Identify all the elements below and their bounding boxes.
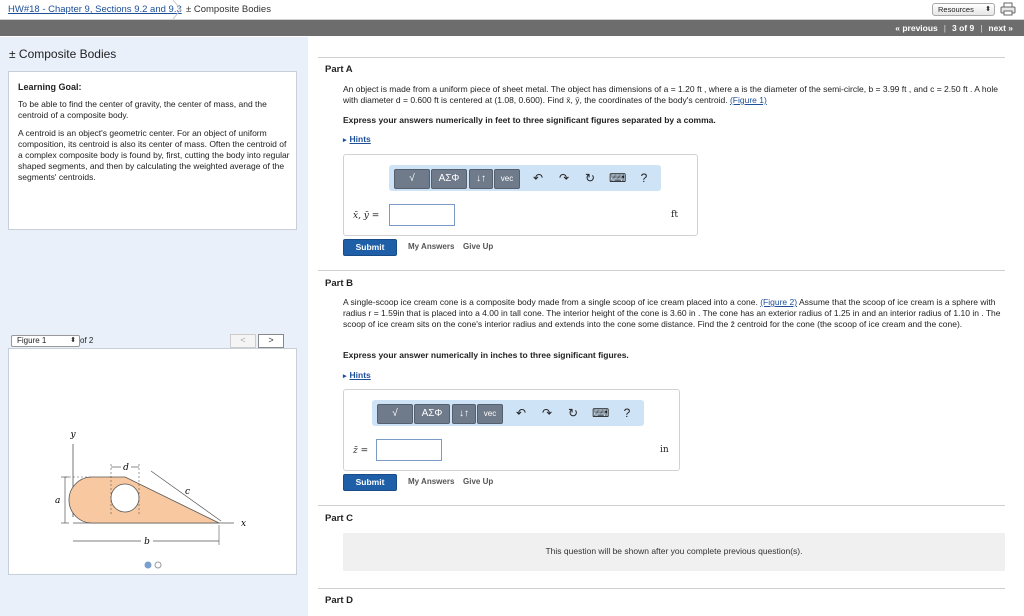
answer-unit: in bbox=[660, 445, 669, 455]
answer-variable-label: z̄ = bbox=[353, 446, 369, 456]
previous-link[interactable]: « previous bbox=[892, 23, 941, 33]
part-d-heading: Part D bbox=[325, 595, 353, 606]
breadcrumb-current: ± Composite Bodies bbox=[186, 4, 271, 15]
pager-dot[interactable] bbox=[154, 561, 162, 569]
submit-button[interactable]: Submit bbox=[343, 474, 397, 491]
redo-icon[interactable]: ↷ bbox=[556, 170, 572, 186]
undo-icon[interactable]: ↶ bbox=[513, 405, 529, 421]
part-a-answer-box: √ ΑΣΦ ↓↑ vec ↶ ↷ ↻ ⌨ ? x̄, ȳ = ft bbox=[343, 154, 698, 236]
figure-count: of 2 bbox=[80, 336, 94, 345]
dimension-a-label: a bbox=[55, 496, 60, 506]
pager: « previous | 3 of 9 | next » bbox=[892, 23, 1016, 33]
part-b-heading: Part B bbox=[325, 278, 353, 289]
dropdown-arrow-icon: ⬍ bbox=[70, 337, 76, 344]
part-divider bbox=[318, 270, 1005, 271]
figure-2-link[interactable]: (Figure 2) bbox=[760, 297, 797, 307]
part-a-question-text: An object is made from a uniform piece o… bbox=[343, 84, 998, 105]
y-axis-label: y bbox=[69, 430, 76, 440]
page-title: ± Composite Bodies bbox=[9, 47, 117, 61]
help-icon[interactable]: ? bbox=[619, 405, 635, 421]
part-c-heading: Part C bbox=[325, 513, 353, 524]
learning-goal-description: A centroid is an object's geometric cent… bbox=[18, 128, 290, 182]
learning-goal-heading: Learning Goal: bbox=[18, 82, 82, 92]
answer-unit: ft bbox=[671, 210, 678, 220]
dropdown-arrow-icon: ⬍ bbox=[985, 6, 991, 13]
part-b-question: A single-scoop ice cream cone is a compo… bbox=[343, 297, 1005, 330]
part-b-answer-box: √ ΑΣΦ ↓↑ vec ↶ ↷ ↻ ⌨ ? z̄ = in bbox=[343, 389, 680, 471]
next-link[interactable]: next » bbox=[985, 23, 1016, 33]
resources-dropdown[interactable]: Resources ⬍ bbox=[932, 3, 995, 16]
keyboard-icon[interactable]: ⌨ bbox=[592, 405, 609, 421]
part-divider bbox=[318, 505, 1005, 506]
redo-icon[interactable]: ↷ bbox=[539, 405, 555, 421]
math-toolbar: √ ΑΣΦ ↓↑ vec ↶ ↷ ↻ ⌨ ? bbox=[389, 165, 661, 191]
dimension-c-label: c bbox=[185, 487, 190, 497]
subscript-superscript-button[interactable]: ↓↑ bbox=[452, 404, 476, 424]
x-axis-label: x bbox=[241, 519, 246, 529]
figure-prev-button[interactable]: < bbox=[230, 334, 256, 348]
greek-symbols-button[interactable]: ΑΣΦ bbox=[431, 169, 467, 189]
undo-icon[interactable]: ↶ bbox=[530, 170, 546, 186]
math-toolbar: √ ΑΣΦ ↓↑ vec ↶ ↷ ↻ ⌨ ? bbox=[372, 400, 644, 426]
pager-separator: | bbox=[943, 23, 946, 33]
keyboard-icon[interactable]: ⌨ bbox=[609, 170, 626, 186]
part-b-instruction: Express your answer numerically in inche… bbox=[343, 350, 629, 360]
composite-body-figure: y x a d c b bbox=[55, 430, 246, 547]
part-b-hints[interactable]: ▸ Hints bbox=[343, 370, 371, 380]
top-bar: HW#18 - Chapter 9, Sections 9.2 and 9.3 … bbox=[0, 0, 1024, 20]
figure-pager-dots[interactable] bbox=[140, 560, 170, 570]
figure-select[interactable]: Figure 1 ⬍ bbox=[11, 335, 80, 347]
breadcrumb-assignment-link[interactable]: HW#18 - Chapter 9, Sections 9.2 and 9.3 bbox=[8, 4, 182, 15]
figure-viewer: y x a d c b bbox=[8, 348, 297, 575]
answer-input[interactable] bbox=[376, 439, 442, 461]
part-divider bbox=[318, 588, 1005, 589]
pager-dot-active[interactable] bbox=[144, 561, 152, 569]
answer-input[interactable] bbox=[389, 204, 455, 226]
locked-question-message: This question will be shown after you co… bbox=[545, 546, 803, 556]
templates-button[interactable]: √ bbox=[394, 169, 430, 189]
print-icon[interactable] bbox=[1000, 2, 1016, 16]
part-a-hints[interactable]: ▸ Hints bbox=[343, 134, 371, 144]
vector-button[interactable]: vec bbox=[494, 169, 520, 189]
figure-next-button[interactable]: > bbox=[258, 334, 284, 348]
part-b-question-text: A single-scoop ice cream cone is a compo… bbox=[343, 297, 758, 307]
hole bbox=[110, 483, 140, 513]
navigation-bar: « previous | 3 of 9 | next » bbox=[0, 20, 1024, 36]
reset-icon[interactable]: ↻ bbox=[565, 405, 581, 421]
pager-position: 3 of 9 bbox=[952, 23, 975, 33]
reset-icon[interactable]: ↻ bbox=[582, 170, 598, 186]
hints-link[interactable]: Hints bbox=[350, 134, 371, 144]
my-answers-button[interactable]: My Answers bbox=[408, 477, 454, 486]
part-a-instruction: Express your answers numerically in feet… bbox=[343, 115, 716, 125]
give-up-button[interactable]: Give Up bbox=[463, 242, 493, 251]
breadcrumb-separator-icon bbox=[172, 0, 182, 19]
composite-shape bbox=[68, 476, 220, 524]
figure-1-link[interactable]: (Figure 1) bbox=[730, 95, 767, 105]
expand-triangle-icon: ▸ bbox=[343, 137, 347, 144]
part-a-question: An object is made from a uniform piece o… bbox=[343, 84, 1005, 106]
expand-triangle-icon: ▸ bbox=[343, 373, 347, 380]
dimension-b-label: b bbox=[144, 537, 150, 547]
figure-controls: Figure 1 ⬍ of 2 < > bbox=[8, 333, 295, 348]
my-answers-button[interactable]: My Answers bbox=[408, 242, 454, 251]
figure-select-value: Figure 1 bbox=[17, 336, 47, 345]
subscript-superscript-button[interactable]: ↓↑ bbox=[469, 169, 493, 189]
locked-question-box: This question will be shown after you co… bbox=[343, 533, 1005, 571]
submit-button[interactable]: Submit bbox=[343, 239, 397, 256]
learning-goal-text: To be able to find the center of gravity… bbox=[18, 99, 267, 120]
part-divider bbox=[318, 57, 1005, 58]
answer-variable-label: x̄, ȳ = bbox=[353, 211, 380, 221]
resources-label: Resources bbox=[938, 5, 974, 14]
learning-goal-box: Learning Goal: To be able to find the ce… bbox=[8, 71, 297, 230]
hints-link[interactable]: Hints bbox=[350, 370, 371, 380]
give-up-button[interactable]: Give Up bbox=[463, 477, 493, 486]
templates-button[interactable]: √ bbox=[377, 404, 413, 424]
dimension-d-label: d bbox=[123, 463, 129, 473]
part-a-heading: Part A bbox=[325, 64, 353, 75]
greek-symbols-button[interactable]: ΑΣΦ bbox=[414, 404, 450, 424]
vector-button[interactable]: vec bbox=[477, 404, 503, 424]
help-icon[interactable]: ? bbox=[636, 170, 652, 186]
